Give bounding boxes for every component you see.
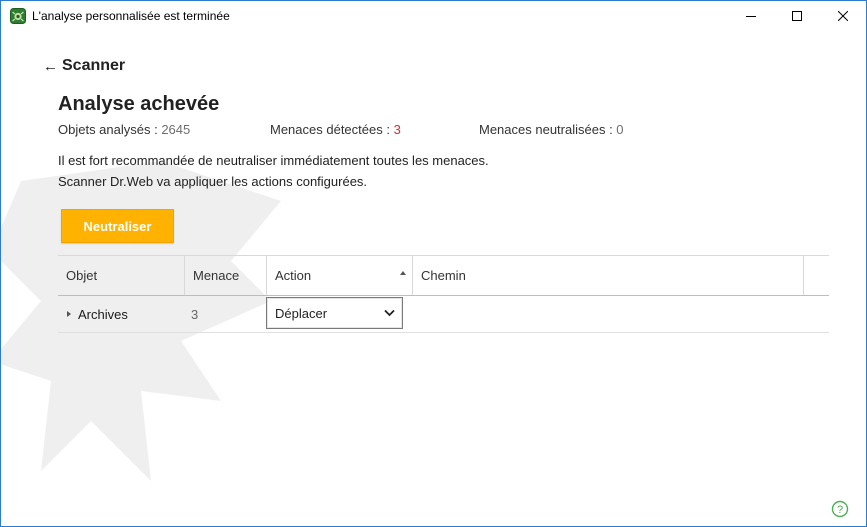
title-bar: L'analyse personnalisée est terminée [1,1,866,31]
action-select-value: Déplacer [275,305,328,321]
close-icon [838,11,848,21]
neutralized-threats-stat: Menaces neutralisées : 0 [479,122,624,137]
chevron-down-icon [384,309,395,317]
page-title: Analyse achevée [58,93,220,115]
app-window: L'analyse personnalisée est terminée ← S… [0,0,867,527]
column-header-object-label: Objet [66,268,98,283]
detected-threats-stat: Menaces détectées : 3 [270,122,401,137]
close-button[interactable] [820,1,866,31]
row-object-cell: Archives [67,296,128,332]
window-title: L'analyse personnalisée est terminée [32,9,230,23]
table-header: Objet Menace Action Chemin [58,255,829,296]
column-header-path-label: Chemin [421,268,466,283]
scanned-objects-label: Objets analysés : [58,122,162,137]
back-link-label: Scanner [62,57,126,74]
column-header-object[interactable]: Objet [58,256,184,295]
minimize-icon [746,16,756,17]
column-header-action[interactable]: Action [266,256,412,295]
column-header-threat-label: Menace [193,268,240,283]
scanned-objects-value: 2645 [161,122,191,137]
action-select[interactable]: Déplacer [266,297,403,329]
detected-threats-label: Menaces détectées : [270,122,394,137]
minimize-button[interactable] [728,1,774,31]
maximize-button[interactable] [774,1,820,31]
scanned-objects-stat: Objets analysés : 2645 [58,122,190,137]
threats-table: Objet Menace Action Chemin Archives 3 Dé… [58,255,829,333]
back-to-scanner-link[interactable]: ← Scanner [43,57,125,75]
neutralize-button[interactable]: Neutraliser [61,209,174,243]
window-controls [728,1,866,31]
detected-threats-value: 3 [393,122,401,137]
column-header-threat[interactable]: Menace [184,256,266,295]
arrow-left-icon: ← [43,57,58,75]
maximize-icon [792,11,802,21]
sort-ascending-icon [400,271,406,275]
actions-info-text: Scanner Dr.Web va appliquer les actions … [58,174,368,189]
neutralized-threats-label: Menaces neutralisées : [479,122,617,137]
table-row[interactable]: Archives 3 Déplacer [58,296,829,333]
column-header-path[interactable]: Chemin [412,256,803,295]
neutralized-threats-value: 0 [616,122,624,137]
svg-text:?: ? [837,504,843,516]
row-object-name: Archives [78,306,128,322]
column-header-action-label: Action [275,268,312,283]
row-threat-count: 3 [191,306,199,322]
help-icon[interactable]: ? [831,500,849,518]
expand-arrow-icon[interactable] [67,311,71,317]
drweb-spider-icon [10,8,26,24]
recommendation-text: Il est fort recommandée de neutraliser i… [58,153,489,168]
column-header-extra [803,256,829,295]
